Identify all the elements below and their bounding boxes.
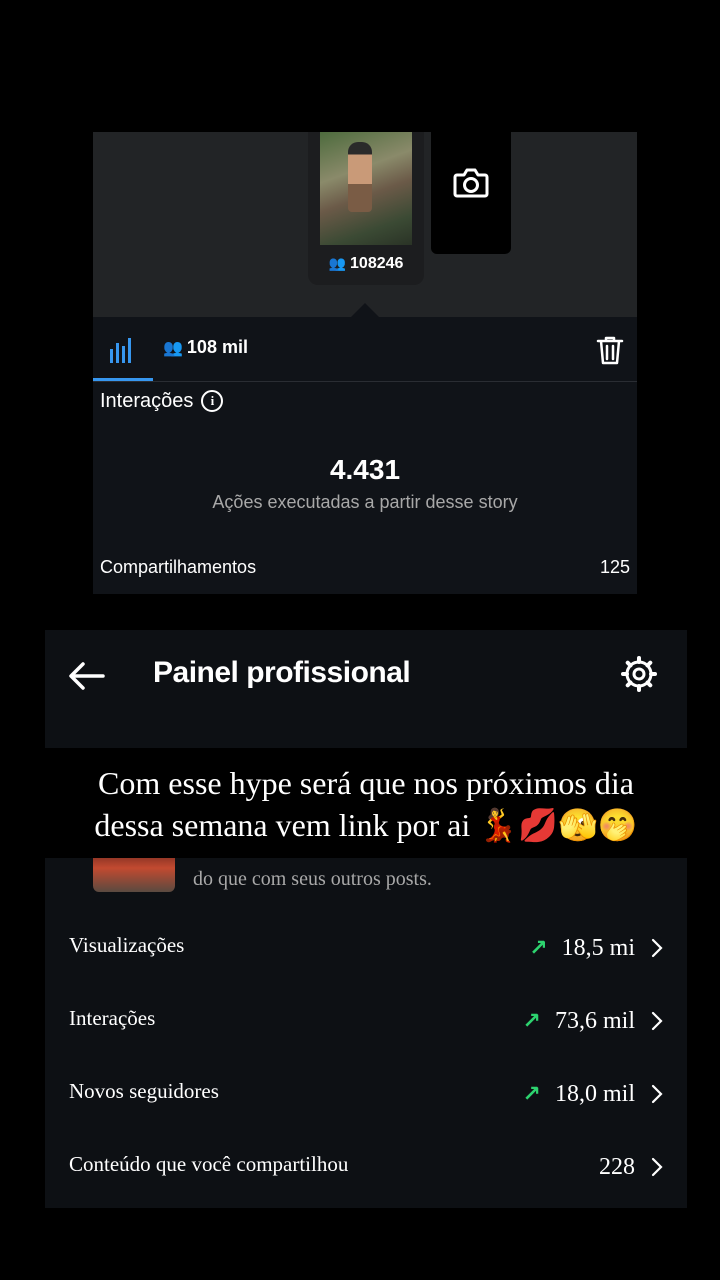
story-insights-card: 👥 108246 👥 108 mil Interações i 4.431 Açõ: [93, 132, 637, 594]
tab-reach[interactable]: 👥 108 mil: [163, 337, 248, 358]
metric-label: Conteúdo que você compartilhou: [69, 1152, 349, 1176]
metric-row-shared-content[interactable]: Conteúdo que você compartilhou 228: [69, 1146, 663, 1186]
caption-line-2: dessa semana vem link por ai 💃💋🫣🤭: [94, 806, 638, 844]
story-caption: Com esse hype será que nos próximos dia …: [45, 762, 687, 846]
info-icon[interactable]: i: [201, 390, 224, 412]
people-icon: 👥: [328, 255, 347, 271]
thumbnail-person-figure: [348, 142, 372, 212]
caption-emojis: 💃💋🫣🤭: [478, 806, 638, 844]
shares-value: 125: [599, 557, 630, 577]
thumbnail-view-count: 👥 108246: [328, 255, 404, 272]
caption-line-1: Com esse hype será que nos próximos dia: [98, 765, 634, 801]
metric-row-views[interactable]: Visualizações ↗ 18,5 mi: [69, 927, 663, 967]
metric-row-new-followers[interactable]: Novos seguidores ↗ 18,0 mil: [69, 1073, 663, 1113]
chevron-right-icon: [651, 1084, 663, 1104]
interactions-subtitle: Ações executadas a partir desse story: [212, 492, 518, 512]
camera-icon: [453, 168, 489, 198]
chevron-right-icon: [651, 1011, 663, 1031]
add-story-tile[interactable]: [431, 132, 511, 254]
people-icon: 👥: [163, 340, 183, 357]
shares-label: Compartilhamentos: [100, 557, 257, 577]
metric-label: Visualizações: [69, 933, 185, 957]
story-thumbnail-strip: 👥 108246: [93, 132, 637, 317]
chevron-right-icon: [651, 938, 663, 958]
trend-up-icon: ↗: [529, 935, 548, 961]
story-thumbnail-image: [320, 132, 412, 245]
selected-story-pointer: [351, 303, 379, 317]
interactions-total: 4.431: [329, 454, 401, 485]
metric-value: 228: [599, 1153, 635, 1180]
trash-icon[interactable]: [596, 335, 624, 365]
metric-value: 18,0 mil: [554, 1080, 635, 1107]
chevron-right-icon: [651, 1157, 663, 1177]
metric-label: Novos seguidores: [69, 1079, 219, 1103]
insights-tabbar: 👥 108 mil: [93, 317, 637, 382]
metric-row-interactions[interactable]: Interações ↗ 73,6 mil: [69, 1000, 663, 1040]
metric-value: 73,6 mil: [554, 1007, 635, 1034]
story-thumbnail[interactable]: 👥 108246: [308, 132, 424, 285]
professional-dashboard-card: Painel profissional do que com seus outr…: [45, 630, 687, 1208]
metric-label: Interações: [69, 1006, 156, 1030]
post-thumbnail[interactable]: [93, 852, 175, 892]
metric-value: 18,5 mi: [561, 934, 635, 961]
trend-up-icon: ↗: [522, 1008, 541, 1034]
bar-chart-icon[interactable]: [109, 337, 133, 363]
gear-icon[interactable]: [621, 656, 657, 692]
trend-up-icon: ↗: [522, 1081, 541, 1107]
interactions-section-title: Interações i: [100, 390, 224, 413]
post-insight-text: do que com seus outros posts.: [193, 868, 432, 890]
active-tab-indicator: [93, 378, 153, 381]
back-arrow-icon[interactable]: [67, 660, 107, 692]
page-title: Painel profissional: [153, 656, 411, 689]
